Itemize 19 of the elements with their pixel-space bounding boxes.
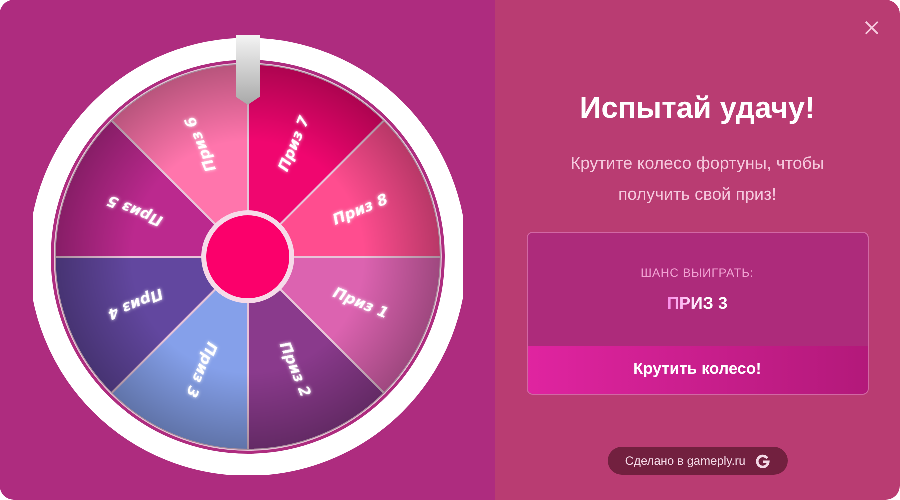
footer-text: Сделано в gameply.ru — [625, 454, 746, 468]
segment-label: Приз 7 — [274, 114, 314, 174]
logo-icon — [756, 454, 770, 468]
subtitle: Крутите колесо фортуны, чтобы получить свой приз! — [570, 153, 826, 206]
chance-label: ШАНС ВЫИГРАТЬ: — [640, 266, 754, 280]
wheel-pointer — [236, 35, 260, 105]
segment-label: Приз 2 — [276, 339, 315, 400]
close-button[interactable] — [864, 20, 880, 36]
heading: Испытай удачу! — [580, 92, 816, 126]
segment-label: Приз 1 — [330, 283, 392, 322]
segment-label: Приз 8 — [330, 190, 391, 229]
segment-label: Приз 6 — [181, 114, 220, 175]
segment-label: Приз 5 — [104, 192, 166, 231]
footer-badge[interactable]: Сделано в gameply.ru — [608, 447, 788, 475]
segment-label: Приз 4 — [105, 285, 166, 324]
wheel-hub[interactable] — [202, 210, 294, 304]
segment-label: Приз 3 — [182, 340, 222, 400]
spin-button[interactable]: Крутить колесо! — [528, 346, 868, 394]
close-icon — [865, 21, 879, 35]
